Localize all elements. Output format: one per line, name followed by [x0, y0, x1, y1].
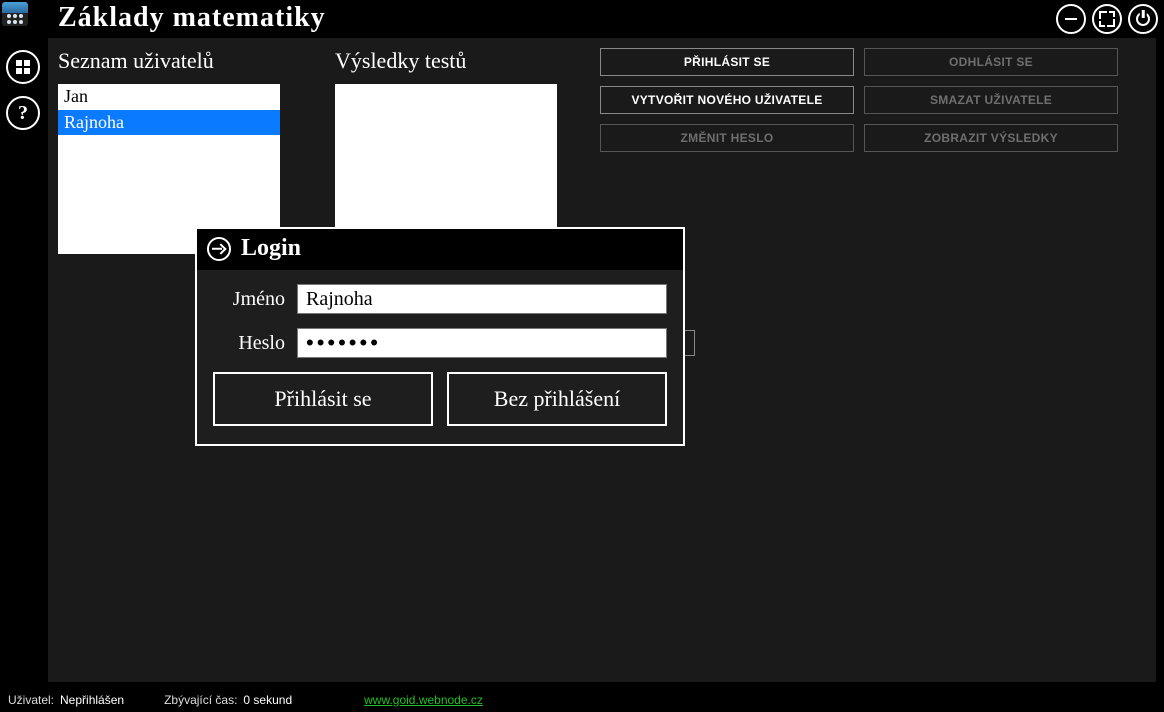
- status-link[interactable]: www.goid.webnode.cz: [364, 693, 483, 707]
- name-label: Jméno: [213, 288, 297, 311]
- login-dialog: Login Jméno Heslo Přihlásit se Bez přihl…: [195, 227, 685, 446]
- login-button[interactable]: Přihlásit se: [600, 48, 854, 76]
- results-heading: Výsledky testů: [335, 48, 466, 74]
- menu-icon[interactable]: [6, 50, 40, 84]
- logout-button: Odhlásit se: [864, 48, 1118, 76]
- minimize-button[interactable]: [1056, 4, 1086, 34]
- help-icon[interactable]: ?: [6, 96, 40, 130]
- action-buttons: Přihlásit se Odhlásit se Vytvořit nového…: [600, 48, 1118, 152]
- status-bar: Uživatel: Nepřihlášen Zbývající čas: 0 s…: [0, 688, 1164, 712]
- delete-user-button: Smazat uživatele: [864, 86, 1118, 114]
- login-icon: [207, 237, 231, 261]
- app-icon: [2, 2, 28, 26]
- name-input[interactable]: [297, 284, 667, 314]
- password-input[interactable]: [297, 328, 667, 358]
- dialog-login-button[interactable]: Přihlásit se: [213, 372, 433, 426]
- status-user-value: Nepřihlášen: [60, 693, 124, 707]
- fullscreen-button[interactable]: [1092, 4, 1122, 34]
- dialog-skip-button[interactable]: Bez přihlášení: [447, 372, 667, 426]
- dialog-title-text: Login: [241, 235, 301, 262]
- list-item[interactable]: Rajnoha: [58, 110, 280, 136]
- show-results-button: Zobrazit výsledky: [864, 124, 1118, 152]
- power-button[interactable]: [1128, 4, 1158, 34]
- users-heading: Seznam uživatelů: [58, 48, 214, 74]
- change-password-button: Změnit heslo: [600, 124, 854, 152]
- window-controls: [1056, 4, 1158, 34]
- app-title: Základy matematiky: [58, 2, 326, 34]
- status-time-label: Zbývající čas:: [164, 693, 237, 707]
- list-item[interactable]: Jan: [58, 84, 280, 110]
- status-time-value: 0 sekund: [243, 693, 292, 707]
- status-user-label: Uživatel:: [8, 693, 54, 707]
- password-label: Heslo: [213, 332, 297, 355]
- dialog-titlebar: Login: [197, 229, 683, 270]
- new-user-button[interactable]: Vytvořit nového uživatele: [600, 86, 854, 114]
